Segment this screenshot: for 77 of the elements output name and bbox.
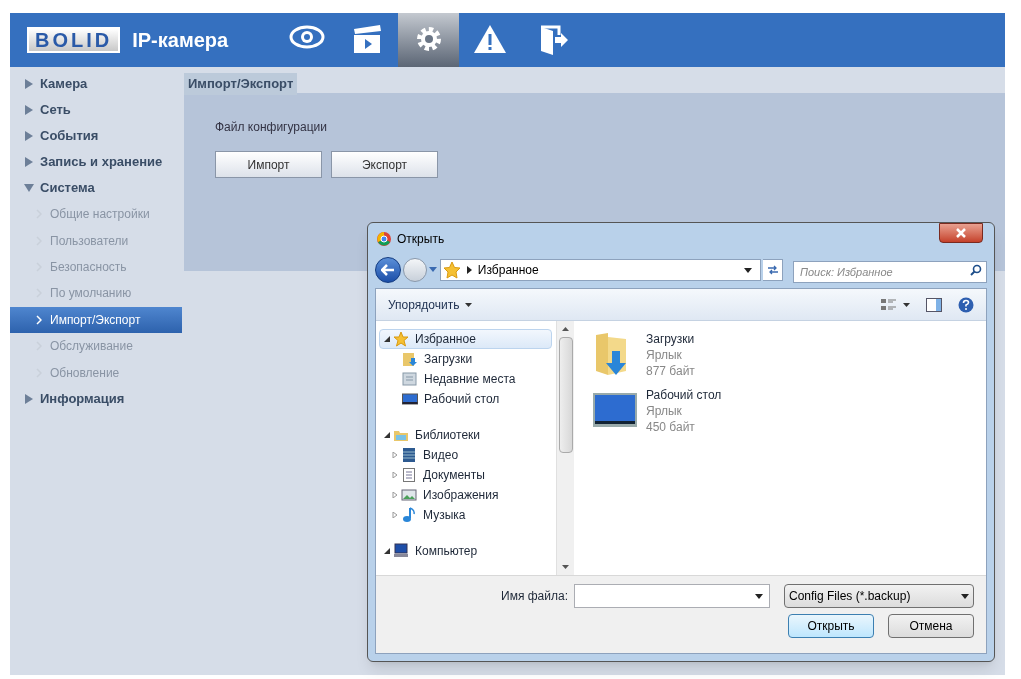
file-item[interactable]: Загрузки Ярлык 877 байт bbox=[592, 331, 986, 379]
tree-item[interactable]: Документы bbox=[379, 465, 556, 485]
tree-item[interactable]: Избранное bbox=[379, 329, 552, 349]
back-button[interactable] bbox=[375, 257, 401, 283]
caret-up-icon bbox=[562, 327, 569, 331]
tree-item[interactable]: Компьютер bbox=[379, 541, 556, 561]
tree-item[interactable]: Загрузки bbox=[379, 349, 556, 369]
dialog-title: Открыть bbox=[397, 231, 445, 248]
preview-pane-button[interactable] bbox=[926, 297, 942, 312]
help-button[interactable] bbox=[958, 296, 974, 313]
view-icon bbox=[881, 297, 897, 312]
file-item[interactable]: Рабочий стол Ярлык 450 байт bbox=[592, 387, 986, 435]
places-icon bbox=[402, 371, 418, 387]
caret-down-icon bbox=[465, 302, 473, 307]
cancel-button[interactable]: Отмена bbox=[888, 614, 974, 638]
help-icon bbox=[958, 296, 974, 313]
sidebar-item[interactable]: Информация bbox=[10, 385, 184, 412]
chevron-right-icon bbox=[36, 314, 42, 325]
caret-down-icon bbox=[903, 302, 910, 307]
triangle-right-icon bbox=[24, 79, 34, 89]
address-bar[interactable]: Избранное bbox=[439, 259, 762, 281]
sidebar-subitem[interactable]: Импорт/Экспорт bbox=[10, 306, 182, 333]
tree-item[interactable]: Рабочий стол bbox=[379, 389, 556, 409]
triangle-right-icon bbox=[24, 105, 34, 115]
section-label: Файл конфигурации bbox=[215, 119, 328, 136]
caret-right-icon bbox=[466, 266, 472, 274]
scrollbar[interactable] bbox=[556, 321, 574, 575]
browser-icon bbox=[377, 232, 391, 246]
triangle-right-icon bbox=[24, 157, 34, 167]
sidebar-item[interactable]: События bbox=[10, 123, 184, 149]
search-icon bbox=[970, 264, 982, 276]
caret-down-icon bbox=[961, 593, 969, 599]
folder-icon bbox=[402, 351, 418, 367]
picture-icon bbox=[401, 487, 417, 503]
filename-field[interactable] bbox=[574, 584, 770, 608]
arrows-icon bbox=[766, 265, 779, 275]
tree-item[interactable]: Изображения bbox=[379, 485, 556, 505]
tree-item[interactable]: Музыка bbox=[379, 505, 556, 525]
tree-item[interactable]: Видео bbox=[379, 445, 556, 465]
triangle-right-icon bbox=[24, 131, 34, 141]
tree-item[interactable]: Недавние места bbox=[379, 369, 556, 389]
music-note-icon bbox=[401, 507, 417, 523]
file-type-dropdown[interactable]: Config Files (*.backup) bbox=[784, 584, 974, 608]
sidebar-item[interactable]: Камера bbox=[10, 71, 184, 97]
nav-tab[interactable] bbox=[398, 13, 460, 67]
triangle-right-icon bbox=[24, 393, 34, 404]
search-field[interactable]: Поиск: Избранное bbox=[793, 261, 987, 283]
import-button[interactable]: Импорт bbox=[215, 151, 322, 178]
sidebar-item[interactable]: Сеть bbox=[10, 97, 184, 123]
caret-down-icon bbox=[428, 267, 437, 273]
star-icon bbox=[393, 331, 409, 347]
arrow-left-icon bbox=[380, 264, 395, 276]
tree-item[interactable]: Библиотеки bbox=[379, 425, 556, 445]
address-text: Избранное bbox=[477, 262, 540, 279]
computer-icon bbox=[393, 543, 409, 559]
triangle-down-icon bbox=[24, 183, 34, 193]
caret-down-icon bbox=[744, 267, 753, 273]
refresh-button[interactable] bbox=[763, 259, 783, 281]
caret-down-icon bbox=[562, 565, 569, 569]
organize-menu-button[interactable]: Упорядочить bbox=[388, 295, 473, 314]
filename-label: Имя файла: bbox=[501, 588, 568, 605]
pane-icon bbox=[926, 297, 942, 312]
view-menu-button[interactable] bbox=[881, 297, 910, 312]
sidebar-item[interactable]: Система bbox=[10, 175, 184, 201]
open-button[interactable]: Открыть bbox=[788, 614, 874, 638]
section-tab[interactable]: Импорт/Экспорт bbox=[184, 73, 298, 95]
export-button[interactable]: Экспорт bbox=[331, 151, 438, 178]
monitor-icon bbox=[402, 391, 418, 407]
sidebar-item[interactable]: Запись и хранение bbox=[10, 149, 184, 175]
logo: BOLID bbox=[27, 27, 121, 53]
close-icon bbox=[956, 228, 966, 238]
caret-down-icon bbox=[755, 593, 763, 599]
app-title: IP-камера bbox=[132, 28, 229, 53]
close-button[interactable] bbox=[939, 223, 983, 243]
film-icon bbox=[401, 447, 417, 463]
document-icon bbox=[401, 467, 417, 483]
star-icon bbox=[442, 261, 461, 279]
